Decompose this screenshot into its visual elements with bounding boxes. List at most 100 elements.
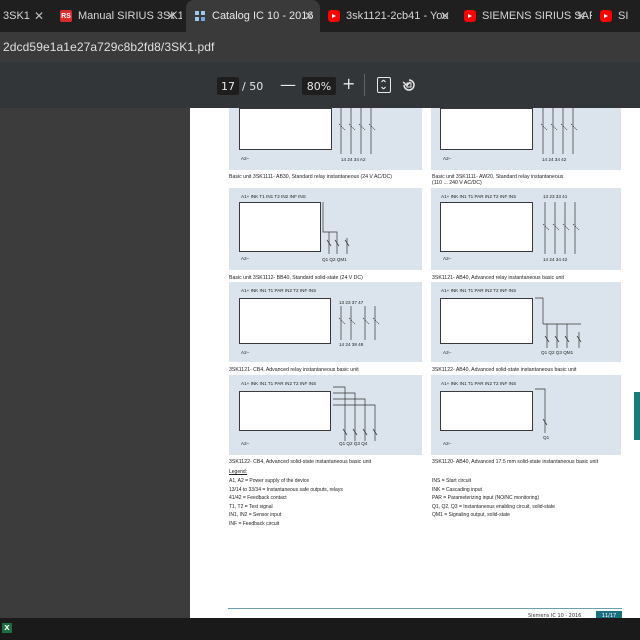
- diagram-caption: Basic unit 3SK1111- AB30, Standard relay…: [229, 174, 392, 180]
- zoom-out-button[interactable]: —: [280, 76, 296, 94]
- input-labels: A1+ INK IN1 T1 PAR IN2 T2 INF INS: [241, 288, 317, 293]
- taskbar: [0, 618, 640, 640]
- contact-lines: [333, 386, 378, 441]
- close-icon[interactable]: ✕: [166, 9, 176, 23]
- tab-label: SI: [618, 10, 629, 22]
- device-box: [440, 391, 533, 431]
- tab-youtube-2[interactable]: SIEMENS SIRIUS SAF ✕: [458, 0, 592, 32]
- legend-item: T1, T2 = Test signal: [229, 504, 273, 510]
- diagram-caption: 3SK1122- CB4, Advanced solid-state insta…: [229, 459, 372, 465]
- terminal-labels: Q1 Q2 QM1: [322, 257, 347, 262]
- diagram-caption: 3SK1122- AB40, Advanced solid-state inst…: [432, 367, 577, 373]
- tab-label: 3SK1: [3, 10, 30, 22]
- url-text[interactable]: 2dcd59e1a1e27a729c8b2fd8/3SK1.pdf: [3, 40, 215, 54]
- close-icon[interactable]: ✕: [440, 9, 450, 23]
- device-box: [440, 108, 533, 150]
- diagram-caption: 3SK1121- CB4, Advanced relay instantaneo…: [229, 367, 359, 373]
- legend-item: 41/42 = Feedback contact: [229, 495, 287, 501]
- input-labels: A1+ INK IN1 T1 PAR IN2 T2 INF INS: [441, 194, 517, 199]
- terminal-labels: 14 24 34 A2: [341, 157, 366, 162]
- tab-catalog[interactable]: Catalog IC 10 - 2016 ✕: [186, 0, 320, 32]
- legend-item: 13/14 to 33/34 = Instantaneous safe outp…: [229, 487, 343, 493]
- excel-icon[interactable]: X: [2, 623, 12, 633]
- tab-manual[interactable]: RS Manual SIRIUS 3SK1 ✕: [52, 0, 182, 32]
- diagram-caption: 3SK1120- AB40, Advanced 17.5 mm solid-st…: [432, 459, 599, 465]
- contact-lines: [535, 297, 582, 348]
- contact-lines: [338, 108, 376, 154]
- terminal-labels: 14 24 34 42: [543, 257, 568, 262]
- device-box: [440, 298, 533, 344]
- close-icon[interactable]: ✕: [34, 9, 44, 23]
- diagram-panel: A1+ INK IN1 T1 PAR IN2 T2 INF INS 13 23 …: [229, 282, 422, 362]
- contact-lines: [535, 388, 548, 433]
- pdf-doc-icon: [194, 10, 206, 22]
- rotate-icon[interactable]: [401, 77, 417, 93]
- legend-item: PAR = Parameterizing input (NO/NC monito…: [432, 495, 540, 501]
- zoom-in-button[interactable]: +: [342, 75, 355, 93]
- a2-label: A2–: [443, 156, 452, 161]
- zoom-input[interactable]: 80%: [302, 77, 336, 95]
- diagram-panel: A1+ INK IN1 T1 PAR IN2 T2 INF INS 13 23 …: [431, 188, 621, 270]
- legend-item: INK = Cascading input: [432, 487, 482, 493]
- input-labels: A1+ INK T1 IN1 T2 IN2 INF INS: [241, 194, 306, 199]
- contact-lines: [322, 202, 350, 254]
- close-icon[interactable]: ✕: [304, 9, 314, 23]
- legend-item: INS = Start circuit: [432, 478, 472, 484]
- tab-label: Catalog IC 10 - 2016: [212, 10, 314, 22]
- device-box: [239, 298, 331, 344]
- terminal-labels-top: 13 23 37 47: [339, 300, 364, 305]
- input-labels: A1+ INK IN1 T1 PAR IN2 T2 INF INS: [241, 381, 317, 386]
- footer-rule: [228, 608, 622, 609]
- device-box: [239, 108, 332, 150]
- diagram-caption: Basic unit 3SK1112- BB40, Standard solid…: [229, 275, 363, 281]
- a2-label: A2–: [241, 256, 250, 261]
- diagram-panel: A2– 14 24 34 42: [431, 108, 621, 170]
- tab-3sk1[interactable]: 3SK1 ✕: [0, 0, 50, 32]
- legend-item: Q1, Q2, Q3 = Instantaneous enabling circ…: [432, 504, 555, 510]
- a2-label: A2–: [443, 256, 452, 261]
- input-labels: A1+ INK IN1 T1 PAR IN2 T2 INF INS: [441, 288, 517, 293]
- rs-logo-icon: RS: [60, 10, 72, 22]
- diagram-panel: A1+ INK IN1 T1 PAR IN2 T2 INF INS A2– Q1: [431, 375, 621, 455]
- youtube-icon: [600, 10, 612, 22]
- toolbar-divider: [364, 74, 365, 96]
- pdf-page: [190, 108, 640, 618]
- diagram-caption: 3SK1121- AB40, Advanced relay instantane…: [432, 275, 564, 281]
- address-bar[interactable]: 2dcd59e1a1e27a729c8b2fd8/3SK1.pdf: [0, 32, 640, 62]
- legend-item: QM1 = Signaling output, solid-state: [432, 512, 510, 518]
- legend-title: Legend:: [229, 469, 248, 475]
- input-labels: A1+ INK IN1 T1 PAR IN2 T2 INF INS: [441, 381, 517, 386]
- contact-lines: [542, 202, 580, 254]
- a2-label: A2–: [443, 441, 452, 446]
- device-box: [239, 202, 321, 252]
- diagram-panel: A1+ INK IN1 T1 PAR IN2 T2 INF INS A2– Q1…: [229, 375, 422, 455]
- page-number-input[interactable]: 17: [217, 77, 239, 95]
- a2-label: A2–: [443, 350, 452, 355]
- contact-lines: [540, 108, 578, 154]
- tab-label: 3sk1121-2cb41 - You: [346, 10, 449, 22]
- page-total: / 50: [242, 80, 264, 93]
- youtube-icon: [328, 10, 340, 22]
- legend-item: IN1, IN2 = Sensor input: [229, 512, 282, 518]
- device-box: [239, 391, 331, 431]
- diagram-panel: A1+ INK T1 IN1 T2 IN2 INF INS A2– Q1 Q2 …: [229, 188, 422, 270]
- terminal-labels-top: 13 23 33 41: [543, 194, 568, 199]
- legend-item: INF = Feedback circuit: [229, 521, 280, 527]
- close-icon[interactable]: ✕: [576, 9, 586, 23]
- tab-youtube-1[interactable]: 3sk1121-2cb41 - You ✕: [322, 0, 456, 32]
- diagram-caption-line2: (110 ... 240 V AC/DC): [432, 180, 482, 186]
- diagram-panel: A1+ INK IN1 T1 PAR IN2 T2 INF INS A2– Q1…: [431, 282, 621, 362]
- fit-page-icon[interactable]: [377, 77, 391, 93]
- legend-item: A1, A2 = Power supply of the device: [229, 478, 310, 484]
- youtube-icon: [464, 10, 476, 22]
- a2-label: A2–: [241, 441, 250, 446]
- a2-label: A2–: [241, 156, 250, 161]
- diagram-panel: A2– 14 24 34 A2: [229, 108, 422, 170]
- scroll-marker: [634, 392, 640, 440]
- side-panel: [0, 108, 190, 618]
- tab-youtube-3[interactable]: SI: [594, 0, 640, 32]
- terminal-labels: 14 24 34 42: [542, 157, 567, 162]
- device-box: [440, 202, 533, 252]
- a2-label: A2–: [241, 350, 250, 355]
- contact-lines: [338, 306, 380, 340]
